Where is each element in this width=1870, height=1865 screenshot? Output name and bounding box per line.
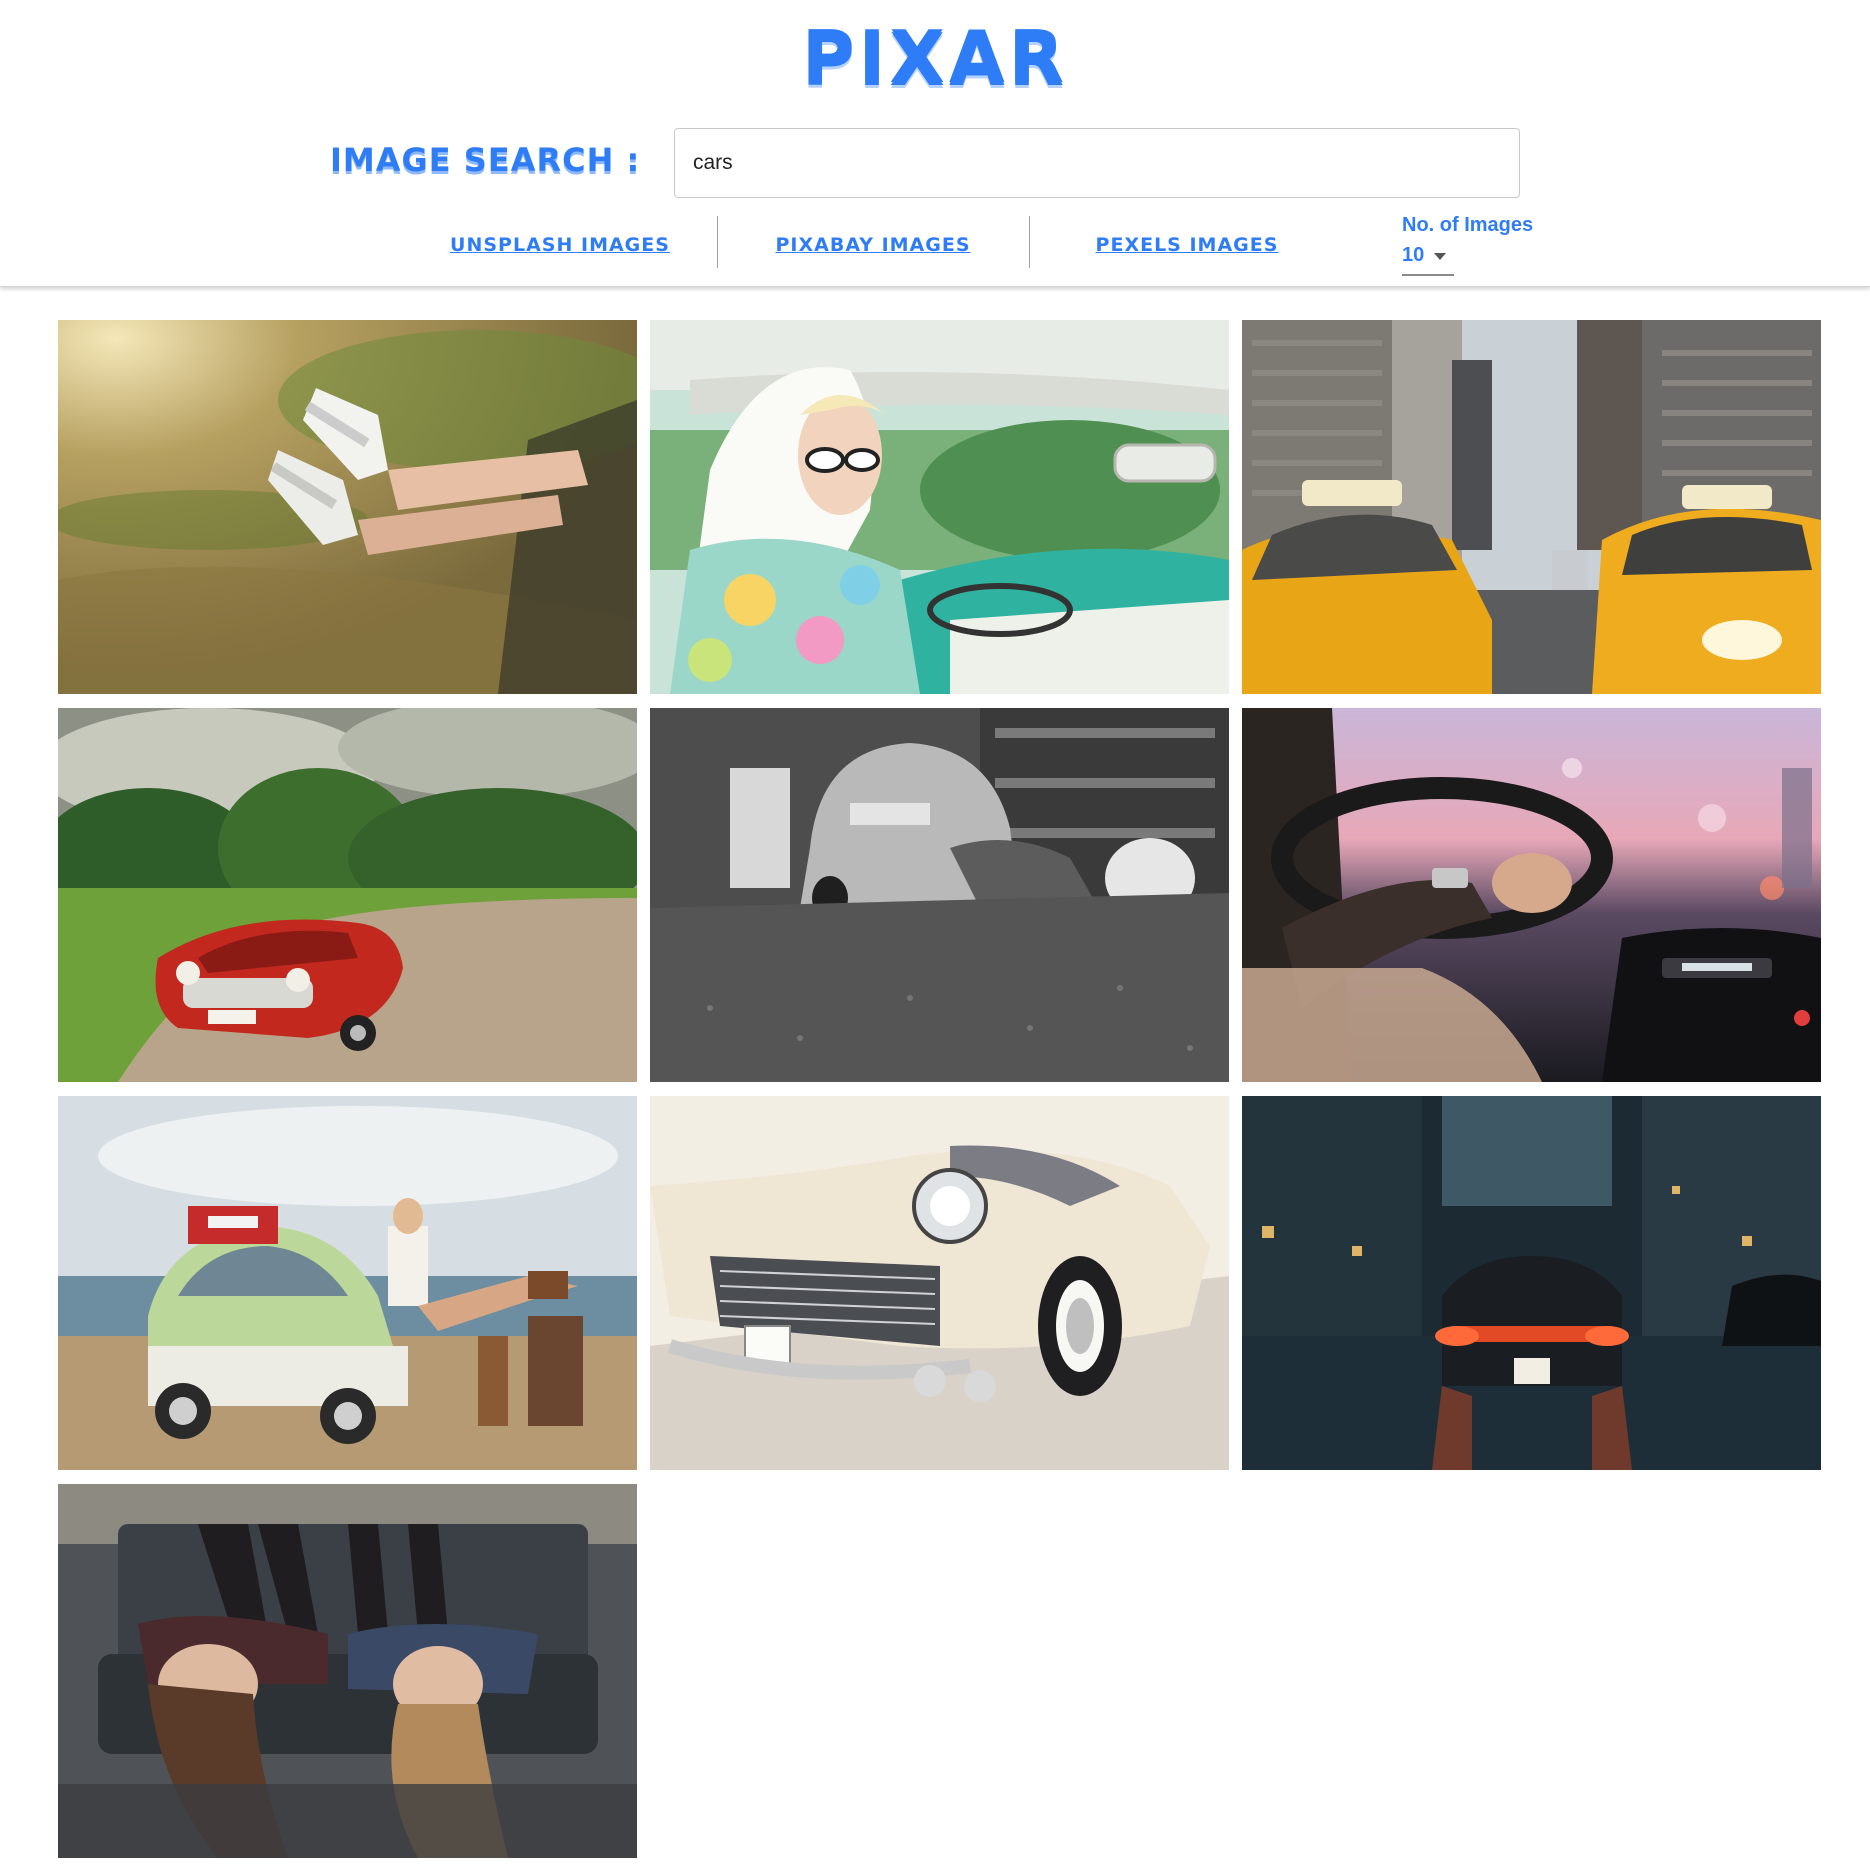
result-image-8[interactable] xyxy=(650,1096,1229,1470)
result-image-10[interactable] xyxy=(58,1484,637,1858)
cadillac-photo xyxy=(650,1096,1229,1470)
sneakers-photo xyxy=(58,320,637,694)
steering-wheel-photo xyxy=(1242,708,1821,1082)
porsche-street-photo xyxy=(1242,1096,1821,1470)
result-image-2[interactable] xyxy=(650,320,1229,694)
image-grid xyxy=(0,0,1870,1865)
red-convertible-photo xyxy=(58,708,637,1082)
taxis-photo xyxy=(1242,320,1821,694)
woman-driving-photo xyxy=(650,320,1229,694)
result-image-3[interactable] xyxy=(1242,320,1821,694)
truck-hood-photo xyxy=(58,1484,637,1858)
result-image-1[interactable] xyxy=(58,320,637,694)
result-image-6[interactable] xyxy=(1242,708,1821,1082)
beetle-beach-photo xyxy=(58,1096,637,1470)
result-image-4[interactable] xyxy=(58,708,637,1082)
garage-beetle-photo xyxy=(650,708,1229,1082)
result-image-5[interactable] xyxy=(650,708,1229,1082)
result-image-9[interactable] xyxy=(1242,1096,1821,1470)
result-image-7[interactable] xyxy=(58,1096,637,1470)
